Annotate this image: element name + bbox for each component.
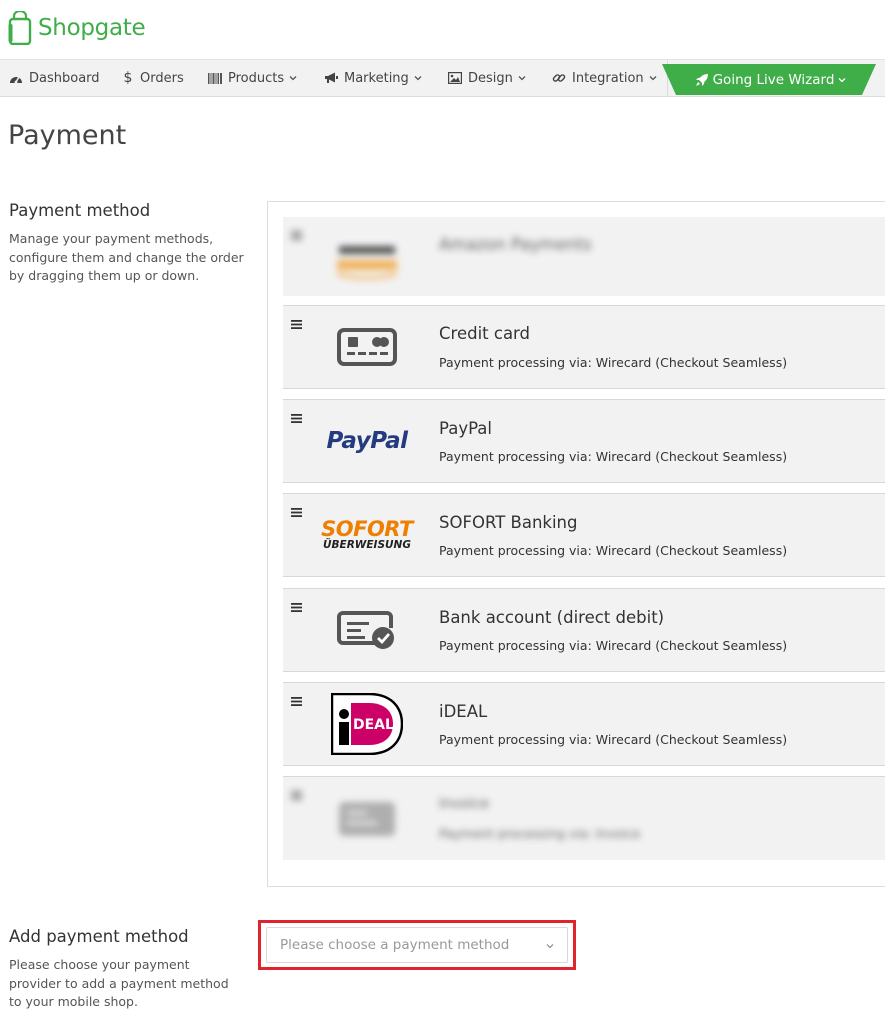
nav-item-integration[interactable]: Integration [552, 60, 658, 96]
chevron-down-icon [414, 76, 422, 81]
sofort-logo-subtext: ÜBERWEISUNG [323, 539, 411, 551]
going-live-wizard-button[interactable]: Going Live Wizard [662, 64, 876, 95]
nav-label: Orders [140, 70, 184, 86]
nav-label: Marketing [344, 70, 409, 86]
barcode-icon [208, 71, 222, 85]
add-payment-method-heading: Add payment method [9, 927, 189, 946]
nav-label: Products [228, 70, 285, 86]
payment-processor: Payment processing via: Wirecard (Checko… [439, 449, 788, 464]
payment-name: SOFORT Banking [439, 513, 578, 532]
payment-row-paypal[interactable]: PayPal PayPal Payment processing via: Wi… [283, 399, 885, 483]
bullhorn-icon [324, 71, 338, 85]
drag-handle-icon[interactable] [291, 231, 302, 240]
direct-debit-icon [317, 589, 417, 671]
dollar-icon: $ [123, 70, 133, 86]
chevron-down-icon [838, 77, 846, 82]
payment-row-sofort[interactable]: SOFORT ÜBERWEISUNG SOFORT Banking Paymen… [283, 493, 885, 577]
nav-item-dashboard[interactable]: Dashboard [9, 60, 100, 96]
payment-name: Amazon Payments [439, 235, 592, 254]
wizard-label: Going Live Wizard [712, 71, 835, 88]
nav-item-design[interactable]: Design [448, 60, 527, 96]
payment-row-credit-card[interactable]: Credit card Payment processing via: Wire… [283, 305, 885, 389]
payment-method-heading: Payment method [9, 201, 151, 220]
chevron-down-icon [289, 76, 297, 81]
nav-label: Design [468, 70, 513, 86]
drag-handle-icon[interactable] [291, 603, 302, 612]
brand-name: Shopgate [38, 15, 146, 41]
nav-item-products[interactable]: Products [208, 60, 298, 96]
rocket-icon [695, 73, 708, 86]
paypal-logo-text: PayPal [326, 428, 408, 454]
payment-processor: Payment processing via: Wirecard (Checko… [439, 732, 788, 747]
page-title: Payment [8, 120, 127, 151]
shopgate-logo[interactable]: Shopgate [8, 9, 146, 47]
picture-icon [448, 71, 462, 85]
sofort-logo-text: SOFORT [321, 517, 413, 541]
drag-handle-icon[interactable] [291, 791, 302, 800]
nav-label: Dashboard [29, 70, 100, 86]
amazon-payments-logo [317, 217, 417, 296]
blurred-content: Amazon Payments [283, 217, 885, 296]
paypal-logo: PayPal [317, 400, 417, 482]
payment-processor: Payment processing via: Wirecard (Checko… [439, 543, 788, 558]
nav-label: Integration [572, 70, 644, 86]
ideal-logo: DEAL [317, 683, 417, 765]
payment-name: Invoice [439, 796, 490, 812]
payment-row-invoice[interactable]: Invoice Payment processing via: Invoice [283, 776, 885, 860]
payment-row-ideal[interactable]: DEAL iDEAL Payment processing via: Wirec… [283, 682, 885, 766]
payment-name: Bank account (direct debit) [439, 608, 665, 627]
wizard-content: Going Live Wizard [662, 64, 876, 95]
link-icon [552, 71, 566, 85]
dashboard-icon [9, 71, 23, 85]
nav-item-orders[interactable]: $ Orders [123, 60, 184, 96]
invoice-icon [317, 777, 417, 860]
nav-item-marketing[interactable]: Marketing [324, 60, 423, 96]
select-placeholder: Please choose a payment method [280, 937, 510, 953]
drag-handle-icon[interactable] [291, 320, 302, 329]
payment-processor: Payment processing via: Wirecard (Checko… [439, 355, 788, 370]
shopping-bag-icon [8, 11, 32, 45]
payment-method-select[interactable]: Please choose a payment method [266, 927, 568, 963]
chevron-down-icon [649, 76, 657, 81]
svg-text:DEAL: DEAL [353, 717, 394, 733]
chevron-down-icon [518, 76, 526, 81]
blurred-content: Invoice Payment processing via: Invoice [283, 777, 885, 860]
payment-name: Credit card [439, 324, 531, 343]
payment-name: PayPal [439, 419, 492, 438]
payment-name: iDEAL [439, 702, 488, 721]
payment-processor: Payment processing via: Wirecard (Checko… [439, 638, 788, 653]
payment-row-amazon[interactable]: Amazon Payments [283, 217, 885, 296]
drag-handle-icon[interactable] [291, 414, 302, 423]
payment-method-description: Manage your payment methods, configure t… [9, 231, 244, 283]
payment-processor: Payment processing via: Invoice [439, 826, 641, 841]
drag-handle-icon[interactable] [291, 508, 302, 517]
drag-handle-icon[interactable] [291, 697, 302, 706]
payment-row-direct-debit[interactable]: Bank account (direct debit) Payment proc… [283, 588, 885, 672]
credit-card-icon [317, 306, 417, 388]
main-nav: Dashboard $ Orders Products Marketing De… [0, 59, 885, 97]
chevron-down-icon [546, 944, 554, 949]
add-payment-method-description: Please choose your payment provider to a… [9, 957, 229, 1009]
sofort-logo: SOFORT ÜBERWEISUNG [317, 494, 417, 576]
